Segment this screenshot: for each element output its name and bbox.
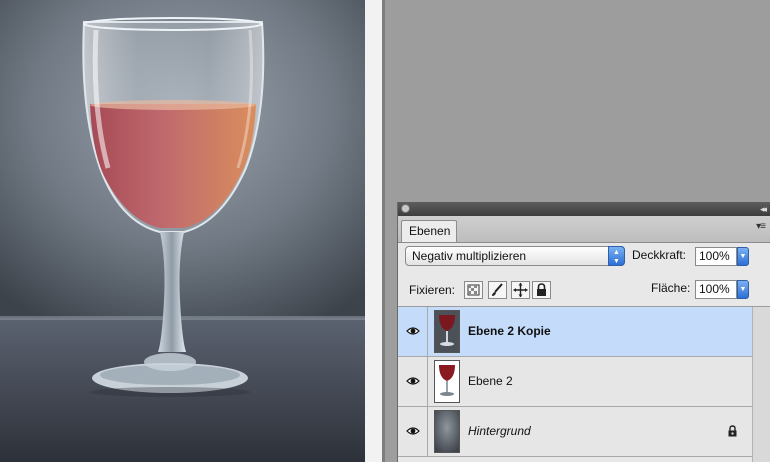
eye-icon [406, 427, 420, 435]
tab-ebenen[interactable]: Ebenen [401, 220, 457, 242]
opacity-dropdown-icon[interactable]: ▼ [737, 247, 749, 266]
layer-row[interactable]: Ebene 2 [398, 357, 752, 407]
layer-name[interactable]: Ebene 2 [468, 374, 513, 388]
wine-glass-photo [0, 0, 365, 462]
eye-icon [406, 327, 420, 335]
eye-icon [406, 377, 420, 385]
layer-thumbnail [434, 410, 460, 453]
layers-panel: ◂◂ Ebenen ▾≡ Negativ multiplizieren ▲ ▼ D… [397, 202, 770, 462]
blend-mode-select[interactable]: Negativ multiplizieren ▲ ▼ [405, 246, 625, 266]
panel-tab-strip: Ebenen [398, 216, 770, 243]
layer-row[interactable]: Hintergrund [398, 407, 752, 457]
fill-dropdown-icon[interactable]: ▼ [737, 280, 749, 299]
layers-scrollbar[interactable] [752, 307, 770, 462]
opacity-label: Deckkraft: [632, 248, 687, 262]
panel-menu-icon[interactable]: ▾≡ [756, 221, 766, 232]
layer-name[interactable]: Ebene 2 Kopie [468, 324, 551, 338]
visibility-toggle[interactable] [398, 407, 428, 456]
lock-transparent-icon [467, 284, 480, 296]
move-icon [513, 283, 528, 297]
layer-thumbnail [434, 360, 460, 403]
fill-field[interactable]: 100% [695, 280, 737, 299]
lock-icon [728, 425, 737, 437]
lock-all-button[interactable] [532, 281, 551, 299]
canvas-border [365, 0, 382, 462]
lock-image-button[interactable] [488, 281, 507, 299]
lock-icon [537, 283, 546, 296]
blend-mode-value: Negativ multiplizieren [412, 249, 527, 263]
layer-thumbnail [434, 310, 460, 353]
chevron-updown-icon: ▲ ▼ [608, 246, 625, 266]
opacity-field[interactable]: 100% [695, 247, 737, 266]
fill-label: Fläche: [651, 281, 691, 295]
layer-name[interactable]: Hintergrund [468, 424, 531, 438]
lock-position-button[interactable] [511, 281, 530, 299]
lock-transparent-button[interactable] [464, 281, 483, 299]
canvas-image [0, 0, 365, 462]
collapse-icon[interactable]: ◂◂ [760, 202, 767, 216]
visibility-toggle[interactable] [398, 357, 428, 406]
brush-icon [492, 283, 503, 296]
visibility-toggle[interactable] [398, 307, 428, 356]
layer-row[interactable]: Ebene 2 Kopie [398, 307, 752, 357]
panel-titlebar[interactable]: ◂◂ [398, 202, 770, 216]
lock-label: Fixieren: [409, 283, 456, 297]
close-icon[interactable] [401, 204, 410, 213]
